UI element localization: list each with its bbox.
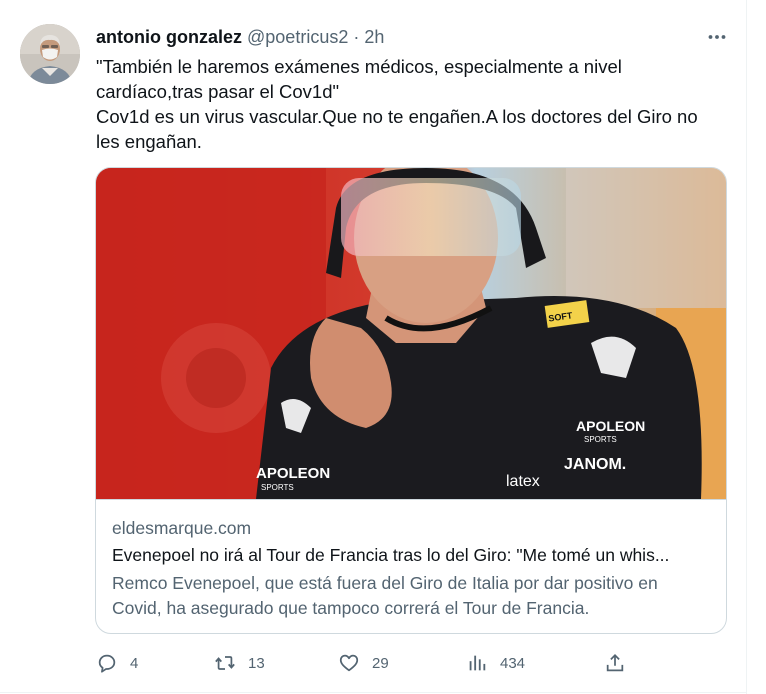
card-description: Remco Evenepoel, que está fuera del Giro… [112,571,716,621]
tweet-text-line: "También le haremos exámenes médicos, es… [96,56,622,77]
tweet-text: "También le haremos exámenes médicos, es… [96,54,736,154]
heart-icon [339,654,359,672]
reply-button[interactable]: 4 [96,650,138,676]
jersey-brand-right: APOLEON [576,418,645,434]
jersey-brand-left: APOLEON [256,465,330,482]
tweet-time[interactable]: 2h [364,27,384,47]
header-separator: · [348,27,365,47]
views-count: 434 [500,654,526,672]
card-description-line: Covid, ha asegurado que tampoco correrá … [112,598,590,618]
retweet-icon [215,656,235,670]
tweet-text-line: cardíaco,tras pasar el Cov1d" [96,81,340,102]
share-button[interactable] [604,650,626,676]
analytics-icon [469,655,486,671]
author-name[interactable]: antonio gonzalez [96,27,242,47]
jersey-brand-left-sub: SPORTS [261,483,294,492]
column-divider [746,0,747,694]
more-button[interactable] [706,26,728,48]
card-domain: eldesmarque.com [112,518,252,538]
card-title[interactable]: Evenepoel no irá al Tour de Francia tras… [112,544,712,566]
reply-count: 4 [130,654,139,672]
jersey-latex-text: latex [506,473,540,490]
like-button[interactable]: 29 [338,650,389,676]
like-count: 29 [372,654,389,672]
card-description-line: Remco Evenepoel, que está fuera del Giro… [112,573,658,593]
retweet-button[interactable]: 13 [214,650,265,676]
share-icon [606,653,624,672]
avatar-photo [20,24,80,84]
link-preview-card[interactable]: SOFT APOLEON SPORTS APOLEON SPORTS latex… [95,167,727,634]
retweet-count: 13 [248,654,265,672]
author-handle[interactable]: @poetricus2 [247,27,348,47]
tweet-text-line: Cov1d es un virus vascular.Que no te eng… [96,106,698,127]
avatar[interactable] [20,24,80,84]
more-horizontal-icon [708,35,726,39]
views-button[interactable]: 434 [466,650,525,676]
card-image[interactable]: SOFT APOLEON SPORTS APOLEON SPORTS latex… [96,168,727,500]
jersey-brand-right-sub: SPORTS [584,435,617,444]
tweet-bottom-divider [0,692,747,693]
reply-icon [98,654,116,673]
tweet-actions: 4 13 29 434 [96,650,636,676]
tweet-header: antonio gonzalez @poetricus2 · 2h [96,26,384,48]
jersey-sponsor-text: JANOM. [564,456,626,473]
tweet-text-line: les engañan. [96,131,202,152]
